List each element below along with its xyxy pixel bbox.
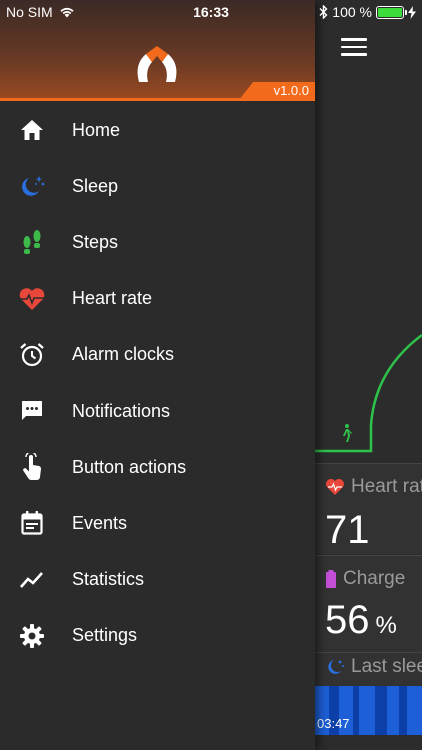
menu-label-settings: Settings (72, 625, 138, 646)
battery-charge-icon (326, 570, 336, 588)
heart-rate-panel[interactable]: Heart rat 71 (315, 464, 422, 554)
menu-hamburger-icon[interactable] (341, 38, 367, 56)
sleep-start-time: 03:47 (317, 716, 350, 731)
charge-panel[interactable]: Charge 56% (315, 556, 422, 652)
menu-item-notifications[interactable]: Notifications (0, 383, 315, 439)
menu-label-alarm-clocks: Alarm clocks (72, 344, 175, 365)
status-bar: No SIM 16:33 100 % (0, 0, 422, 24)
last-sleep-panel[interactable]: Last slee (315, 653, 422, 686)
moon-stars-icon (18, 172, 46, 200)
menu-item-button-actions[interactable]: Button actions (0, 439, 315, 495)
bluetooth-icon (319, 5, 328, 19)
battery-icon (376, 5, 407, 19)
gear-icon (18, 622, 46, 650)
alarm-clock-icon (18, 341, 46, 369)
menu-label-notifications: Notifications (72, 400, 171, 421)
battery-level-fill (378, 7, 402, 17)
heart-icon (326, 479, 344, 495)
menu-item-alarm-clocks[interactable]: Alarm clocks (0, 327, 315, 383)
moon-stars-icon (328, 660, 344, 674)
menu-label-home: Home (72, 119, 121, 140)
menu-label-heart-rate: Heart rate (72, 288, 153, 309)
charging-bolt-icon (408, 5, 416, 19)
charge-value: 56 (325, 598, 370, 642)
menu-item-steps[interactable]: Steps (0, 214, 315, 270)
heart-pulse-icon (18, 285, 46, 313)
menu-item-home[interactable]: Home (0, 102, 315, 158)
calendar-icon (18, 509, 46, 537)
drawer-menu: Home Sleep Steps Heart rate Alarm clocks (0, 102, 315, 664)
footprints-icon (18, 228, 46, 256)
navigation-drawer: v1.0.0 Home Sleep Steps Heart rate Alarm… (0, 0, 315, 750)
tap-hand-icon (18, 453, 46, 481)
home-icon (18, 116, 46, 144)
trend-line-icon (18, 566, 46, 594)
walking-person-icon (343, 424, 352, 442)
menu-label-sleep: Sleep (72, 175, 119, 196)
charge-title: Charge (343, 568, 406, 589)
menu-item-heart-rate[interactable]: Heart rate (0, 271, 315, 327)
menu-item-sleep[interactable]: Sleep (0, 158, 315, 214)
header-accent-line (0, 98, 315, 101)
menu-label-steps: Steps (72, 231, 119, 252)
home-screen: Heart rat 71 Charge 56% Last slee 03:47 (315, 0, 422, 750)
menu-item-statistics[interactable]: Statistics (0, 552, 315, 608)
menu-label-button-actions: Button actions (72, 456, 187, 477)
app-logo (137, 46, 177, 82)
menu-label-events: Events (72, 512, 128, 533)
battery-percent: 100 % (332, 4, 372, 20)
charge-unit: % (375, 612, 397, 639)
heart-rate-value: 71 (325, 508, 370, 552)
status-right: 100 % (319, 4, 416, 20)
menu-item-settings[interactable]: Settings (0, 608, 315, 664)
heart-rate-title: Heart rat (351, 476, 422, 497)
chat-bubble-icon (18, 397, 46, 425)
menu-item-events[interactable]: Events (0, 495, 315, 551)
menu-label-statistics: Statistics (72, 569, 145, 590)
last-sleep-title: Last slee (351, 656, 422, 677)
steps-progress-graph (315, 333, 422, 453)
